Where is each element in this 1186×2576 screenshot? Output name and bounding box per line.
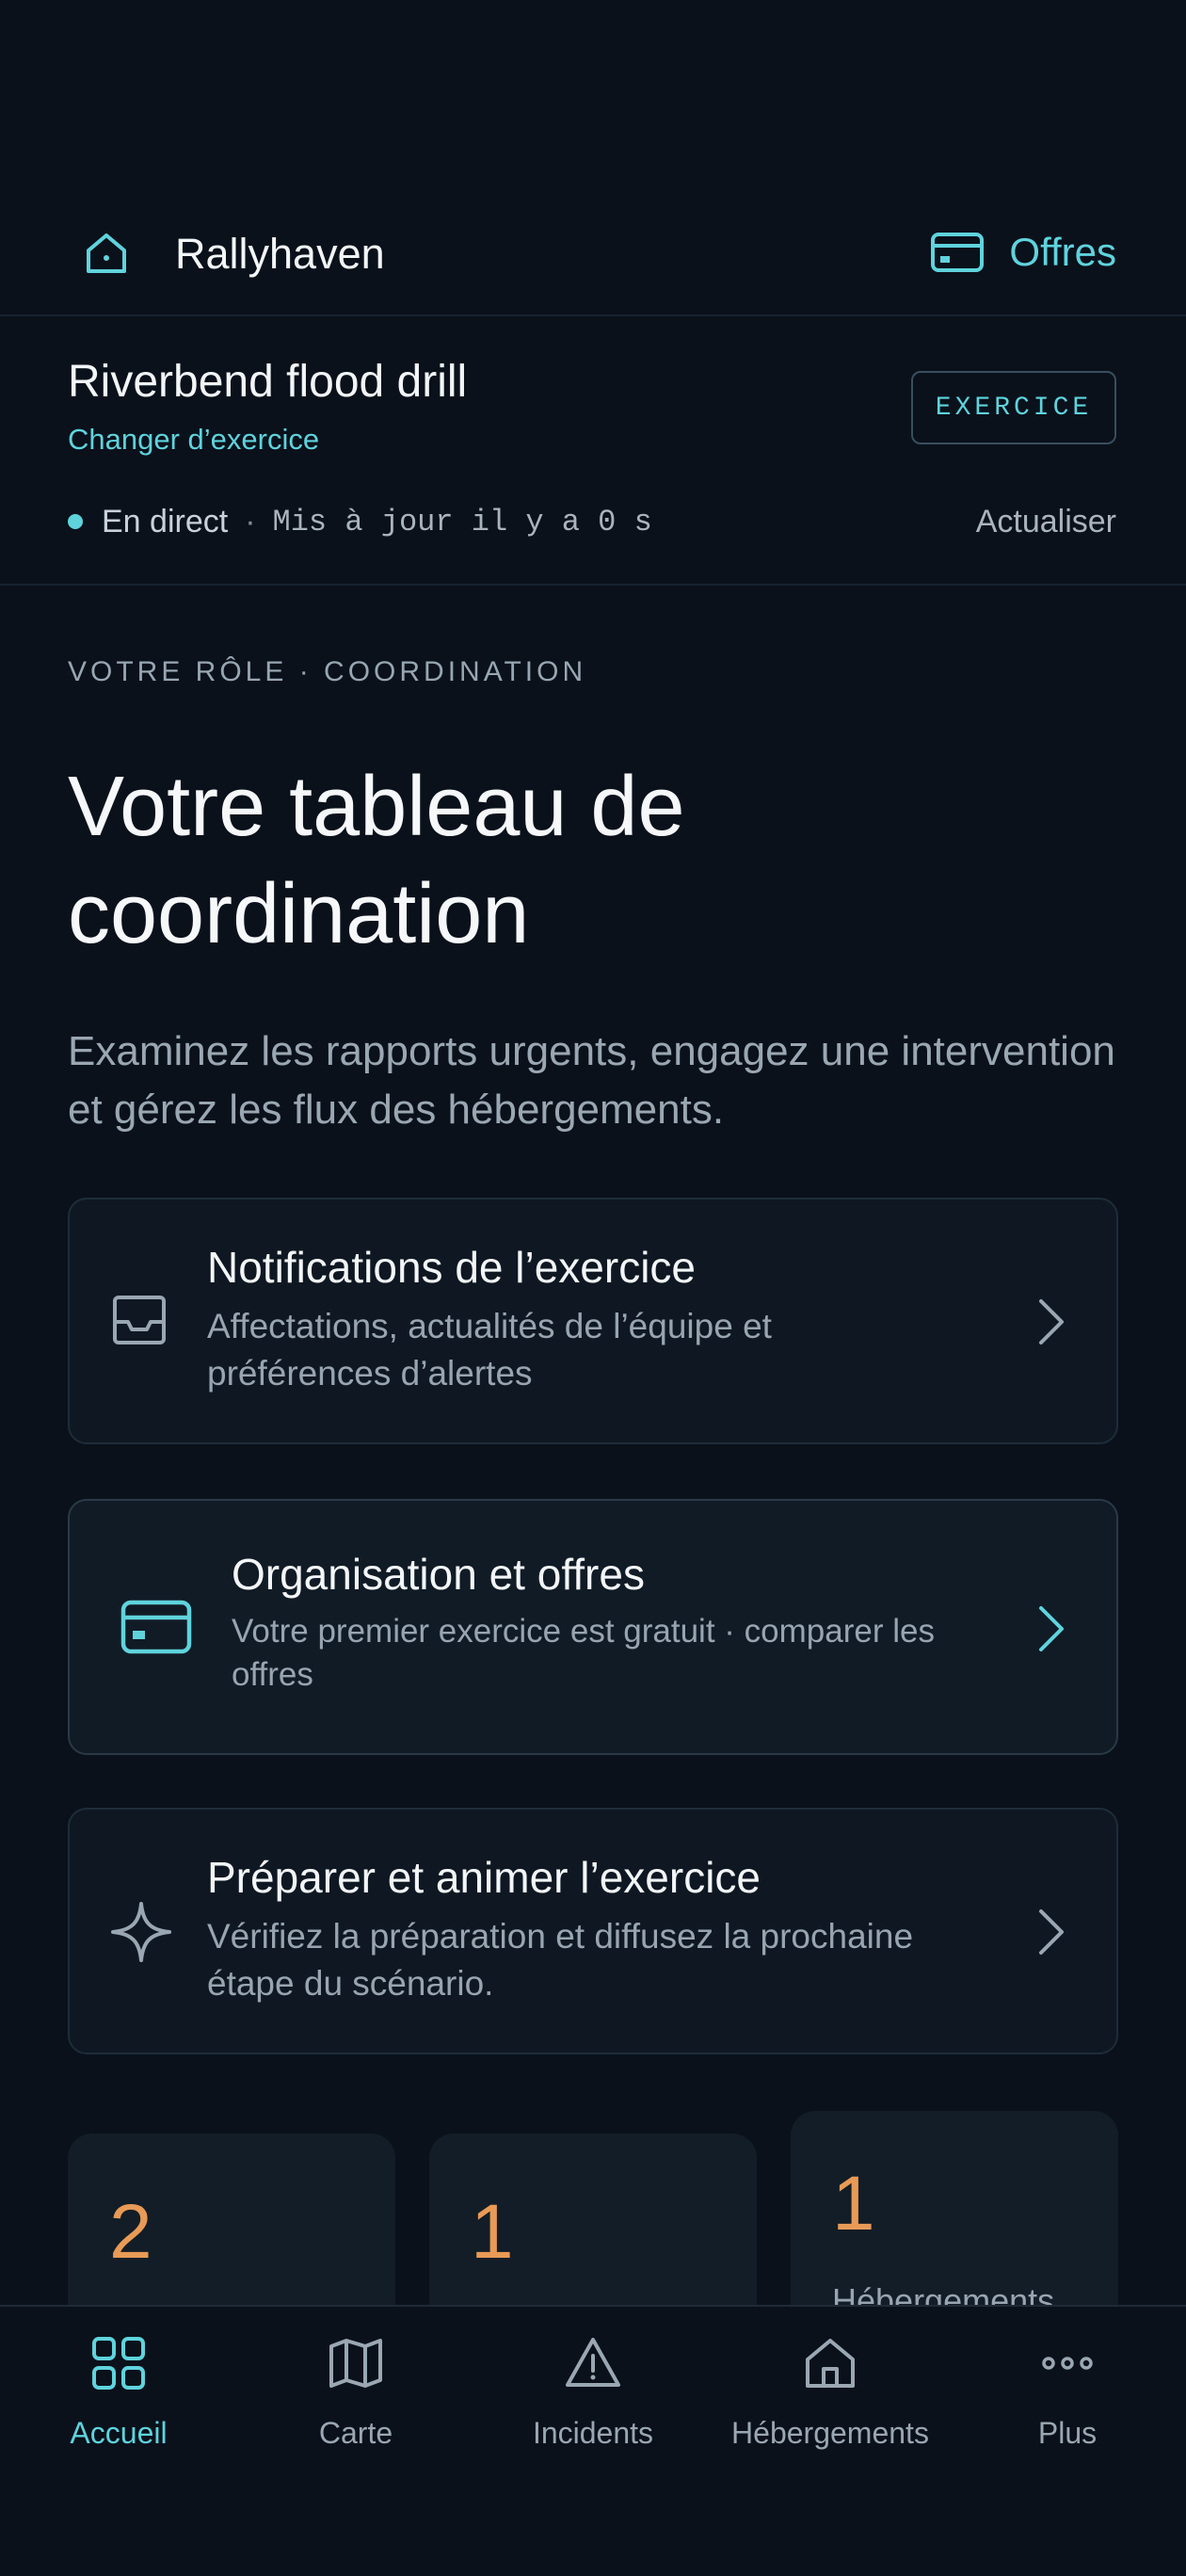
page-subtitle: Examinez les rapports urgents, engagez u…	[68, 1028, 1115, 1133]
status-separator: ·	[245, 503, 256, 539]
sparkle-icon	[109, 1900, 173, 1964]
offers-label: Offres	[1009, 230, 1116, 274]
mode-badge: EXERCICE	[911, 371, 1116, 444]
exercise-title: Riverbend flood drill	[68, 357, 468, 407]
change-exercise-link[interactable]: Changer d’exercice	[68, 422, 319, 458]
nav-label: Plus	[1037, 2416, 1098, 2450]
bottom-nav: Accueil Carte Incidents Hébergements Plu…	[0, 2305, 1186, 2576]
refresh-button[interactable]: Actualiser	[976, 501, 1116, 542]
card-description: Votre premier exercice est gratuit · com…	[232, 1613, 935, 1693]
credit-card-icon	[120, 1599, 192, 1655]
map-icon	[328, 2335, 384, 2391]
grid-icon	[90, 2335, 147, 2391]
chevron-right-icon	[1032, 1904, 1069, 1960]
role-label: VOTRE RÔLE · COORDINATION	[68, 656, 587, 687]
nav-label: Incidents	[532, 2416, 654, 2450]
chevron-right-icon	[1032, 1294, 1069, 1350]
live-label: En direct	[102, 503, 229, 539]
exercise-bar: Riverbend flood drill Changer d’exercice…	[0, 316, 1186, 586]
card-description: Vérifiez la préparation et diffusez la p…	[207, 1917, 914, 2003]
more-icon	[1039, 2335, 1096, 2391]
stat-value: 2	[109, 2189, 152, 2275]
stat-value: 1	[471, 2189, 514, 2275]
card-title: Organisation et offres	[232, 1550, 645, 1599]
live-dot-icon	[68, 514, 83, 529]
page-title: Votre tableau de coordination	[68, 760, 685, 961]
nav-item-incidents[interactable]: Incidents	[474, 2307, 712, 2495]
organisation-offers-card[interactable]: Organisation et offres Votre premier exe…	[68, 1499, 1118, 1755]
card-description: Affectations, actualités de l’équipe et …	[207, 1307, 772, 1393]
last-updated: Mis à jour il y a 0 s	[272, 504, 652, 539]
stat-value: 1	[832, 2161, 875, 2246]
card-title: Préparer et animer l’exercice	[207, 1853, 761, 1902]
app-name[interactable]: Rallyhaven	[175, 230, 385, 279]
nav-label: Carte	[318, 2416, 393, 2450]
nav-label: Accueil	[70, 2416, 168, 2450]
nav-label: Hébergements	[731, 2416, 929, 2450]
home-icon[interactable]	[81, 228, 132, 279]
nav-item-carte[interactable]: Carte	[237, 2307, 474, 2495]
inbox-icon	[109, 1290, 169, 1350]
nav-item-accueil[interactable]: Accueil	[0, 2307, 237, 2495]
exercise-notifications-card[interactable]: Notifications de l’exercice Affectations…	[68, 1198, 1118, 1444]
card-title: Notifications de l’exercice	[207, 1243, 697, 1292]
prepare-exercise-card[interactable]: Préparer et animer l’exercice Vérifiez l…	[68, 1808, 1118, 2054]
nav-item-plus[interactable]: Plus	[949, 2307, 1186, 2495]
chevron-right-icon	[1032, 1601, 1069, 1657]
offers-link[interactable]: Offres	[930, 226, 1116, 279]
live-status: En direct · Mis à jour il y a 0 s	[68, 501, 652, 542]
credit-card-icon	[930, 232, 985, 273]
home-icon	[802, 2335, 858, 2391]
nav-item-hebergements[interactable]: Hébergements	[712, 2307, 949, 2495]
warning-icon	[565, 2335, 621, 2391]
app-header: Rallyhaven Offres	[0, 188, 1186, 316]
